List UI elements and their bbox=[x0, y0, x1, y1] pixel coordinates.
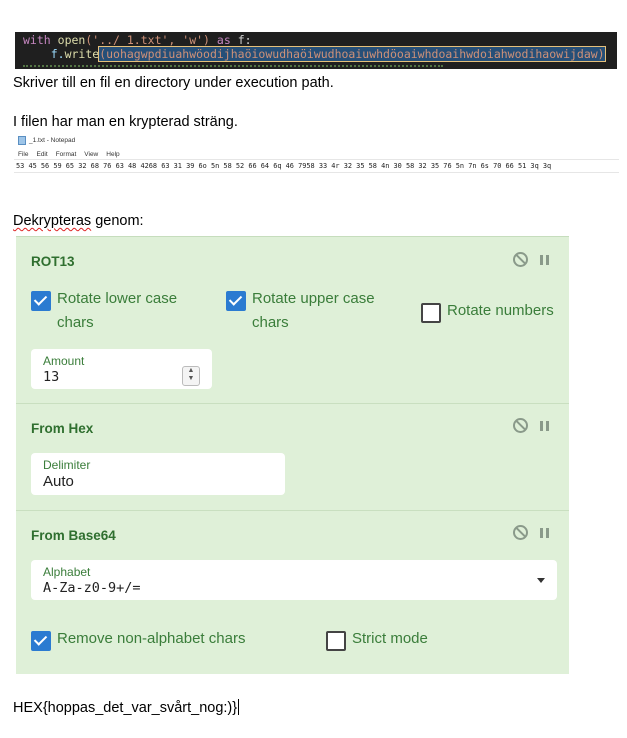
alphabet-select[interactable]: Alphabet A-Za-z0-9+/= bbox=[31, 560, 557, 600]
code-string-arg: (uohagwpdiuahwöodijhaöiowudhaöiwudhoaiuw… bbox=[98, 46, 606, 62]
field-value[interactable]: A-Za-z0-9+/= bbox=[43, 580, 141, 596]
notepad-divider bbox=[14, 172, 619, 173]
flag-text[interactable]: HEX{hoppas_det_var_svårt_nog:)} bbox=[13, 699, 240, 716]
code-variable: f: bbox=[237, 33, 252, 47]
checkbox-checked-icon[interactable] bbox=[31, 291, 51, 311]
rotate-upper-checkbox[interactable]: Rotate upper case chars bbox=[226, 287, 396, 335]
pause-icon[interactable] bbox=[540, 420, 549, 431]
amount-field[interactable]: Amount 13 ▲ ▼ bbox=[31, 349, 212, 389]
operation-controls bbox=[513, 525, 549, 540]
code-function: write bbox=[64, 47, 100, 61]
checkbox-label: Rotate upper case chars bbox=[252, 290, 375, 331]
notepad-file-icon bbox=[18, 136, 26, 145]
notepad-screenshot: _1.txt - Notepad File Edit Format View H… bbox=[14, 134, 619, 174]
spellcheck-word: Dekrypteras bbox=[13, 213, 92, 229]
notepad-menu-help: Help bbox=[106, 151, 120, 158]
notepad-content: 53 45 56 59 65 32 68 76 63 48 4268 63 31… bbox=[16, 162, 552, 170]
code-keyword: with bbox=[23, 33, 51, 47]
rotate-lower-checkbox[interactable]: Rotate lower case chars bbox=[31, 287, 201, 335]
disable-icon[interactable] bbox=[513, 525, 528, 540]
spinner-icon[interactable]: ▲ ▼ bbox=[182, 366, 200, 386]
checkbox-label: Rotate lower case chars bbox=[57, 290, 178, 331]
checkbox-checked-icon[interactable] bbox=[31, 631, 51, 651]
operation-rot13: ROT13 Rotate lower case chars Rotate upp… bbox=[16, 237, 569, 404]
notepad-titlebar: _1.txt - Notepad bbox=[18, 136, 75, 145]
code-cutoff-line bbox=[23, 65, 443, 69]
paragraph-3: Dekrypteras genom: bbox=[13, 213, 144, 229]
notepad-menu-format: Format bbox=[55, 151, 77, 158]
field-label: Delimiter bbox=[43, 458, 91, 472]
delimiter-field[interactable]: Delimiter Auto bbox=[31, 453, 285, 495]
code-line-2: f.write(uohagwpdiuahwöodijhaöiowudhaöiwu… bbox=[23, 46, 606, 62]
operation-title: From Hex bbox=[31, 421, 94, 436]
operation-from-base64: From Base64 Alphabet A-Za-z0-9+/= Remove… bbox=[16, 510, 569, 674]
paragraph-1: Skriver till en fil en directory under e… bbox=[13, 75, 334, 91]
notepad-menu-edit: Edit bbox=[36, 151, 48, 158]
operation-title: From Base64 bbox=[31, 528, 116, 543]
checkbox-checked-icon[interactable] bbox=[226, 291, 246, 311]
pause-icon[interactable] bbox=[540, 254, 549, 265]
checkbox-label: Remove non-alphabet chars bbox=[57, 630, 246, 647]
notepad-menu-view: View bbox=[84, 151, 99, 158]
code-object: f. bbox=[50, 47, 65, 61]
notepad-menu: File Edit Format View Help bbox=[18, 151, 120, 158]
field-label: Alphabet bbox=[43, 565, 91, 579]
remove-non-alphabet-checkbox[interactable]: Remove non-alphabet chars bbox=[31, 627, 245, 651]
strict-mode-checkbox[interactable]: Strict mode bbox=[326, 627, 428, 651]
field-label: Amount bbox=[43, 354, 85, 368]
code-args: ('../_1.txt', 'w') bbox=[85, 33, 210, 47]
recipe-panel: ROT13 Rotate lower case chars Rotate upp… bbox=[16, 236, 569, 674]
operation-title: ROT13 bbox=[31, 254, 75, 269]
field-value[interactable]: 13 bbox=[43, 369, 59, 385]
code-keyword: as bbox=[216, 33, 231, 47]
pause-icon[interactable] bbox=[540, 527, 549, 538]
flag-value: HEX{hoppas_det_var_svårt_nog:)} bbox=[13, 700, 238, 716]
notepad-divider bbox=[14, 159, 619, 160]
checkbox-unchecked-icon[interactable] bbox=[326, 631, 346, 651]
rotate-numbers-checkbox[interactable]: Rotate numbers bbox=[421, 299, 566, 323]
disable-icon[interactable] bbox=[513, 252, 528, 267]
disable-icon[interactable] bbox=[513, 418, 528, 433]
checkbox-label: Strict mode bbox=[352, 630, 428, 647]
checkbox-unchecked-icon[interactable] bbox=[421, 303, 441, 323]
text-cursor bbox=[238, 699, 240, 715]
notepad-menu-file: File bbox=[18, 151, 29, 158]
operation-from-hex: From Hex Delimiter Auto bbox=[16, 403, 569, 511]
field-value[interactable]: Auto bbox=[43, 473, 74, 490]
code-function: open bbox=[57, 33, 86, 47]
operation-controls bbox=[513, 418, 549, 433]
operation-controls bbox=[513, 252, 549, 267]
checkbox-label: Rotate numbers bbox=[447, 302, 554, 319]
notepad-title: _1.txt - Notepad bbox=[29, 137, 76, 144]
code-line-1: with open('../_1.txt', 'w') as f: bbox=[23, 33, 252, 47]
code-snippet: with open('../_1.txt', 'w') as f: f.writ… bbox=[15, 32, 617, 69]
paragraph-3-rest: genom: bbox=[91, 213, 144, 229]
paragraph-2: I filen har man en krypterad sträng. bbox=[13, 114, 238, 130]
chevron-down-icon[interactable] bbox=[537, 578, 545, 583]
